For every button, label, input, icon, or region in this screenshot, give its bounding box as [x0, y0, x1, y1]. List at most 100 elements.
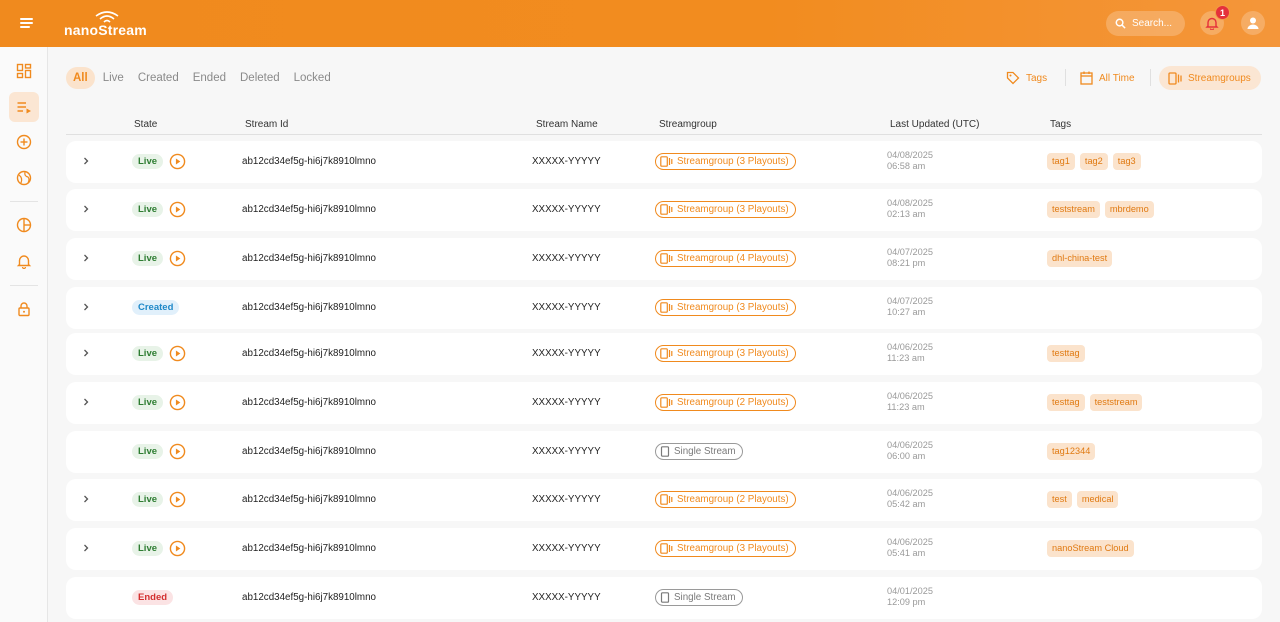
column-header-stream-id[interactable]: Stream Id	[245, 119, 288, 130]
table-row[interactable]: Created ab12cd34ef5g-hi6j7k8910lmno XXXXX-…	[66, 287, 1262, 329]
tag-chip[interactable]: tag2	[1079, 153, 1108, 170]
sidebar-item-alerts[interactable]	[9, 246, 39, 276]
last-updated: 04/01/2025 12:09 pm	[887, 586, 933, 608]
play-icon[interactable]	[169, 153, 186, 170]
sidebar-item-streams[interactable]	[9, 92, 39, 122]
streamgroup-icon	[660, 204, 673, 215]
tag-chip[interactable]: testtag	[1047, 345, 1085, 362]
last-updated-date: 04/07/2025	[887, 296, 933, 306]
table-row[interactable]: Live ab12cd34ef5g-hi6j7k8910lmno XXXXX-YYY…	[66, 479, 1262, 521]
streamgroup-chip[interactable]: Streamgroup (4 Playouts)	[655, 250, 796, 267]
play-icon[interactable]	[169, 201, 186, 218]
streamgroup-chip[interactable]: Streamgroup (2 Playouts)	[655, 394, 796, 411]
tab-created[interactable]: Created	[132, 67, 185, 89]
tag-chip[interactable]: medical	[1076, 491, 1119, 508]
column-header-streamgroup[interactable]: Streamgroup	[659, 119, 717, 130]
streamgroup-label: Single Stream	[674, 446, 736, 457]
stream-id: ab12cd34ef5g-hi6j7k8910lmno	[242, 253, 376, 264]
sidebar-item-create[interactable]	[9, 127, 39, 157]
tag-chip[interactable]: dhl-china-test	[1047, 250, 1113, 267]
tag-chip[interactable]: tag12344	[1047, 443, 1096, 460]
play-icon[interactable]	[169, 443, 186, 460]
stream-name: XXXXX-YYYYY	[532, 592, 601, 603]
streamgroup-label: Single Stream	[674, 592, 736, 603]
time-range-button[interactable]: All Time	[1080, 66, 1135, 90]
tag-chip[interactable]: tag3	[1112, 153, 1141, 170]
chevron-right-icon[interactable]	[80, 396, 92, 408]
tag-chip[interactable]: tag1	[1047, 153, 1075, 170]
state-badge: Live	[132, 251, 164, 266]
chevron-right-icon[interactable]	[80, 203, 92, 215]
table-row[interactable]: Live ab12cd34ef5g-hi6j7k8910lmno XXXXX-YYY…	[66, 528, 1262, 570]
sidebar-item-security[interactable]	[9, 294, 39, 324]
avatar[interactable]	[1241, 11, 1265, 35]
table-row[interactable]: Live ab12cd34ef5g-hi6j7k8910lmno XXXXX-YYY…	[66, 238, 1262, 280]
state-badge: Ended	[132, 590, 174, 605]
user-icon	[1247, 17, 1259, 29]
chevron-right-icon[interactable]	[80, 301, 92, 313]
stream-id: ab12cd34ef5g-hi6j7k8910lmno	[242, 302, 376, 313]
table-row[interactable]: Live ab12cd34ef5g-hi6j7k8910lmno XXXXX-YYY…	[66, 382, 1262, 424]
stream-id: ab12cd34ef5g-hi6j7k8910lmno	[242, 494, 376, 505]
table-row[interactable]: Live ab12cd34ef5g-hi6j7k8910lmno XXXXX-YYY…	[66, 189, 1262, 231]
tag-chip[interactable]: mbrdemo	[1104, 201, 1154, 218]
last-updated-time: 06:58 am	[887, 161, 926, 171]
column-header-stream-name[interactable]: Stream Name	[536, 119, 598, 130]
last-updated: 04/06/2025 05:41 am	[887, 537, 933, 559]
last-updated: 04/07/2025 08:21 pm	[887, 247, 933, 269]
tags-filter-button[interactable]: Tags	[1006, 66, 1047, 90]
stream-name: XXXXX-YYYYY	[532, 446, 601, 457]
column-header-last-updated[interactable]: Last Updated (UTC)	[890, 119, 979, 130]
streamgroup-chip[interactable]: Single Stream	[655, 589, 743, 606]
streamgroup-chip[interactable]: Streamgroup (3 Playouts)	[655, 345, 796, 362]
tab-live[interactable]: Live	[97, 67, 130, 89]
stream-id: ab12cd34ef5g-hi6j7k8910lmno	[242, 592, 376, 603]
chevron-right-icon[interactable]	[80, 252, 92, 264]
state-badge: Live	[132, 541, 164, 556]
tag-list: tag12344	[1047, 443, 1100, 460]
sidebar-item-dashboard[interactable]	[9, 56, 39, 86]
menu-icon[interactable]	[16, 14, 38, 32]
chevron-right-icon[interactable]	[80, 542, 92, 554]
play-icon[interactable]	[169, 394, 186, 411]
chevron-right-icon[interactable]	[80, 155, 92, 167]
chevron-right-icon[interactable]	[80, 347, 92, 359]
search-input[interactable]: Search...	[1106, 11, 1185, 36]
tag-chip[interactable]: nanoStream Cloud	[1047, 540, 1134, 557]
streamgroup-chip[interactable]: Streamgroup (2 Playouts)	[655, 491, 796, 508]
table-row[interactable]: Live ab12cd34ef5g-hi6j7k8910lmno XXXXX-YYY…	[66, 431, 1262, 473]
sidebar-item-network[interactable]	[9, 163, 39, 193]
dashboard-icon	[16, 63, 32, 79]
streamgroup-label: Streamgroup (2 Playouts)	[677, 494, 789, 505]
tab-locked[interactable]: Locked	[288, 67, 337, 89]
tag-chip[interactable]: teststream	[1047, 201, 1100, 218]
column-header-state[interactable]: State	[134, 119, 157, 130]
table-row[interactable]: Ended ab12cd34ef5g-hi6j7k8910lmno XXXXX-YY…	[66, 577, 1262, 619]
streamgroup-chip[interactable]: Streamgroup (3 Playouts)	[655, 201, 796, 218]
column-header-tags[interactable]: Tags	[1050, 119, 1071, 130]
tab-all[interactable]: All	[66, 66, 95, 89]
streamgroup-chip[interactable]: Streamgroup (3 Playouts)	[655, 299, 796, 316]
play-icon[interactable]	[169, 540, 186, 557]
streamgroup-chip[interactable]: Single Stream	[655, 443, 743, 460]
streamgroup-label: Streamgroup (3 Playouts)	[677, 204, 789, 215]
sidebar-item-analytics[interactable]	[9, 210, 39, 240]
logo[interactable]: nanoStream	[64, 10, 154, 40]
streamgroups-toggle[interactable]: Streamgroups	[1159, 66, 1261, 90]
play-icon[interactable]	[169, 491, 186, 508]
chevron-right-icon[interactable]	[80, 493, 92, 505]
streamgroup-label: Streamgroup (3 Playouts)	[677, 543, 789, 554]
play-icon[interactable]	[169, 345, 186, 362]
tag-chip[interactable]: teststream	[1089, 394, 1143, 411]
tag-chip[interactable]: testtag	[1047, 394, 1085, 411]
streamgroup-chip[interactable]: Streamgroup (3 Playouts)	[655, 540, 796, 557]
play-icon[interactable]	[169, 250, 186, 267]
tab-ended[interactable]: Ended	[187, 67, 232, 89]
tab-deleted[interactable]: Deleted	[234, 67, 286, 89]
table-row[interactable]: Live ab12cd34ef5g-hi6j7k8910lmno XXXXX-YYY…	[66, 333, 1262, 375]
stream-id: ab12cd34ef5g-hi6j7k8910lmno	[242, 397, 376, 408]
streamgroup-chip[interactable]: Streamgroup (3 Playouts)	[655, 153, 796, 170]
logo-text: nanoStream	[64, 22, 147, 38]
tag-chip[interactable]: test	[1047, 491, 1072, 508]
table-row[interactable]: Live ab12cd34ef5g-hi6j7k8910lmno XXXXX-YYY…	[66, 141, 1262, 183]
